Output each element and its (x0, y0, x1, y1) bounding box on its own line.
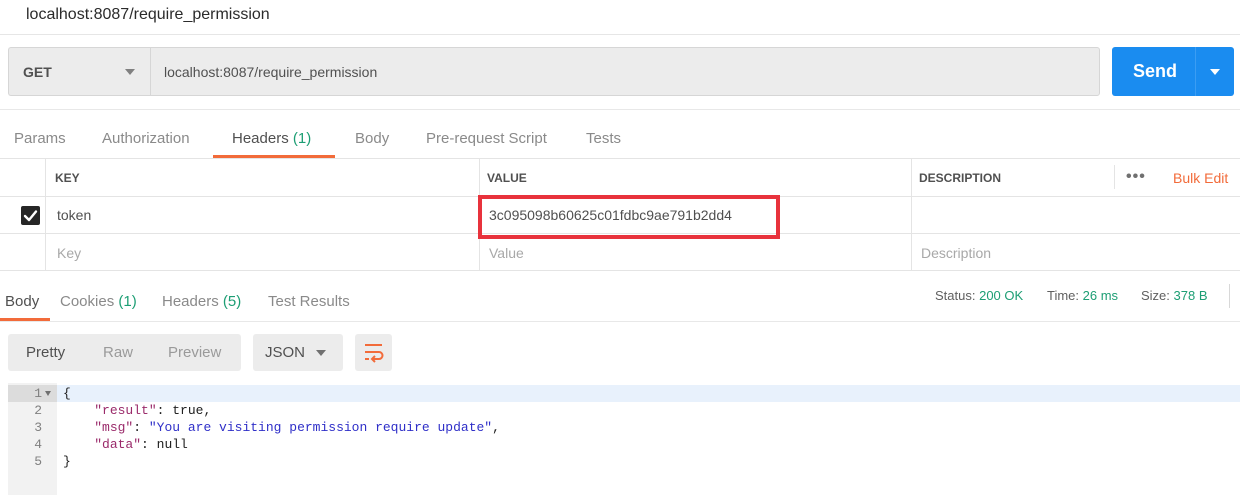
bulk-edit-link[interactable]: Bulk Edit (1173, 170, 1228, 186)
chevron-down-icon (316, 350, 326, 356)
url-text: localhost:8087/require_permission (164, 64, 378, 80)
tab-authorization[interactable]: Authorization (102, 130, 190, 147)
status-value[interactable]: 200 OK (979, 288, 1023, 303)
method-select[interactable]: GET (8, 47, 150, 96)
send-options-chevron-icon[interactable] (1210, 69, 1220, 75)
response-tab-cookies-label: Cookies (60, 293, 115, 310)
size-readout: Size: 378 B (1141, 288, 1208, 303)
table-bottom-border (0, 270, 1240, 271)
tab-headers[interactable]: Headers (1) (232, 130, 311, 147)
json-value: "You are visiting permission require upd… (148, 420, 493, 435)
tab-tests[interactable]: Tests (586, 130, 621, 147)
table-top-border (0, 158, 1240, 159)
time-readout: Time: 26 ms (1047, 288, 1118, 303)
header-enabled-checkbox[interactable] (21, 206, 40, 225)
json-key: "msg" (94, 420, 134, 435)
response-tab-headers[interactable]: Headers (5) (162, 293, 241, 310)
response-tab-test-results[interactable]: Test Results (268, 293, 350, 310)
format-label: JSON (265, 344, 306, 361)
send-button[interactable]: Send (1112, 47, 1234, 96)
url-input[interactable]: localhost:8087/require_permission (150, 47, 1100, 96)
column-header-key: KEY (55, 171, 80, 185)
response-tab-headers-label: Headers (162, 293, 219, 310)
column-header-value: VALUE (487, 171, 527, 185)
line-number: 2 (34, 403, 42, 418)
table-col-divider (45, 158, 46, 270)
code-line: "result": true, (94, 403, 212, 418)
tab-headers-count: (1) (292, 130, 312, 147)
code-brace: { (63, 386, 71, 401)
code-line: "data": null (94, 437, 188, 452)
view-pretty-button[interactable]: Pretty (26, 344, 65, 361)
line-number: 5 (34, 454, 42, 469)
time-value[interactable]: 26 ms (1083, 288, 1118, 303)
wrap-lines-button[interactable] (355, 334, 392, 371)
line-number: 4 (34, 437, 42, 452)
json-value: true (172, 403, 204, 418)
wrap-lines-icon (365, 344, 384, 363)
chevron-down-icon (125, 69, 135, 75)
line-number: 3 (34, 420, 42, 435)
ellipsis-icon[interactable]: ••• (1126, 168, 1146, 186)
highlight-annotation (478, 195, 780, 239)
tab-body[interactable]: Body (355, 130, 389, 147)
send-divider (1195, 47, 1196, 96)
request-bar-divider (0, 109, 1240, 110)
response-tab-cookies-count: (1) (118, 293, 137, 310)
code-line: "msg": "You are visiting permission requ… (94, 420, 500, 435)
active-line-highlight (57, 385, 1240, 402)
status-readout: Status: 200 OK (935, 288, 1023, 303)
size-value[interactable]: 378 B (1174, 288, 1208, 303)
response-tab-headers-count: (5) (222, 293, 242, 310)
response-tab-body[interactable]: Body (5, 293, 39, 310)
status-divider (1229, 284, 1230, 308)
view-mode-group: Pretty Raw Preview (8, 334, 241, 371)
code-line: { (63, 386, 71, 401)
tab-headers-label: Headers (232, 130, 289, 147)
json-key: "result" (94, 403, 157, 418)
format-select[interactable]: JSON (253, 334, 343, 371)
response-tabs-divider (0, 321, 1240, 322)
table-col-divider (911, 158, 912, 270)
checkmark-icon (23, 210, 38, 222)
view-preview-button[interactable]: Preview (168, 344, 221, 361)
header-key-cell[interactable]: token (57, 207, 91, 223)
tab-pre-request-script[interactable]: Pre-request Script (426, 130, 547, 147)
size-label: Size: (1141, 288, 1170, 303)
send-label: Send (1133, 61, 1178, 81)
view-raw-button[interactable]: Raw (103, 344, 133, 361)
table-col-divider (1114, 165, 1115, 189)
tab-params[interactable]: Params (14, 130, 66, 147)
json-key: "data" (94, 437, 142, 452)
response-tab-cookies[interactable]: Cookies (1) (60, 293, 137, 310)
window-title: localhost:8087/require_permission (26, 6, 270, 23)
title-divider (0, 34, 1240, 35)
status-label: Status: (935, 288, 976, 303)
new-value-input[interactable]: Value (489, 245, 524, 261)
method-label: GET (23, 64, 52, 80)
new-key-input[interactable]: Key (57, 245, 81, 261)
new-description-input[interactable]: Description (921, 245, 991, 261)
code-line: } (63, 454, 71, 469)
json-value: null (156, 437, 188, 452)
column-header-description: DESCRIPTION (919, 171, 1002, 185)
code-brace: } (63, 454, 71, 469)
fold-chevron-icon[interactable] (45, 391, 51, 396)
time-label: Time: (1047, 288, 1080, 303)
line-number: 1 (34, 386, 42, 401)
